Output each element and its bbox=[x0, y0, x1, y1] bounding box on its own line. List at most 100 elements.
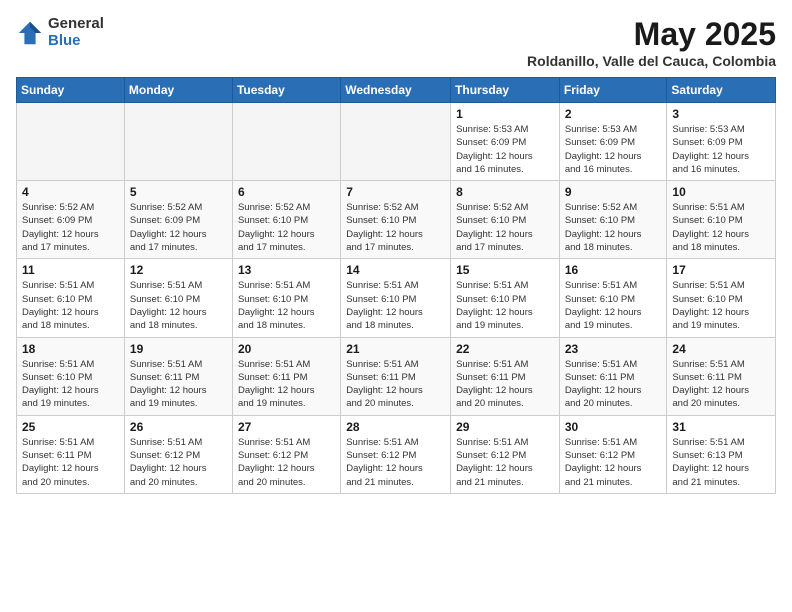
cell-info: Sunrise: 5:51 AM Sunset: 6:12 PM Dayligh… bbox=[346, 436, 445, 489]
calendar-week-row: 11 Sunrise: 5:51 AM Sunset: 6:10 PM Dayli… bbox=[17, 259, 776, 337]
calendar-cell bbox=[17, 103, 125, 181]
calendar-cell: 31 Sunrise: 5:51 AM Sunset: 6:13 PM Dayli… bbox=[667, 415, 776, 493]
day-number: 31 bbox=[672, 420, 770, 434]
day-number: 13 bbox=[238, 263, 335, 277]
day-number: 2 bbox=[565, 107, 662, 121]
calendar-cell: 3Sunrise: 5:53 AM Sunset: 6:09 PM Daylig… bbox=[667, 103, 776, 181]
calendar-cell: 5 Sunrise: 5:52 AM Sunset: 6:09 PM Daylig… bbox=[124, 181, 232, 259]
weekday-header-monday: Monday bbox=[124, 78, 232, 103]
calendar-cell bbox=[341, 103, 451, 181]
calendar-cell: 2 Sunrise: 5:53 AM Sunset: 6:09 PM Daylig… bbox=[559, 103, 667, 181]
calendar-body: 1 Sunrise: 5:53 AM Sunset: 6:09 PM Daylig… bbox=[17, 103, 776, 494]
cell-info: Sunrise: 5:51 AM Sunset: 6:11 PM Dayligh… bbox=[565, 358, 662, 411]
month-year-title: May 2025 bbox=[527, 16, 776, 53]
calendar-cell: 6 Sunrise: 5:52 AM Sunset: 6:10 PM Daylig… bbox=[232, 181, 340, 259]
day-number: 16 bbox=[565, 263, 662, 277]
calendar-week-row: 4Sunrise: 5:52 AM Sunset: 6:09 PM Daylig… bbox=[17, 181, 776, 259]
weekday-header-thursday: Thursday bbox=[451, 78, 560, 103]
day-number: 19 bbox=[130, 342, 227, 356]
day-number: 21 bbox=[346, 342, 445, 356]
cell-info: Sunrise: 5:51 AM Sunset: 6:10 PM Dayligh… bbox=[672, 201, 770, 254]
calendar-header: SundayMondayTuesdayWednesdayThursdayFrid… bbox=[17, 78, 776, 103]
logo: General Blue bbox=[16, 16, 104, 49]
calendar-cell: 22 Sunrise: 5:51 AM Sunset: 6:11 PM Dayli… bbox=[451, 337, 560, 415]
cell-info: Sunrise: 5:51 AM Sunset: 6:11 PM Dayligh… bbox=[346, 358, 445, 411]
calendar-cell: 25 Sunrise: 5:51 AM Sunset: 6:11 PM Dayli… bbox=[17, 415, 125, 493]
calendar-cell: 16Sunrise: 5:51 AM Sunset: 6:10 PM Dayli… bbox=[559, 259, 667, 337]
cell-info: Sunrise: 5:51 AM Sunset: 6:10 PM Dayligh… bbox=[456, 279, 554, 332]
logo-blue-text: Blue bbox=[48, 33, 104, 50]
cell-info: Sunrise: 5:52 AM Sunset: 6:10 PM Dayligh… bbox=[456, 201, 554, 254]
cell-info: Sunrise: 5:51 AM Sunset: 6:12 PM Dayligh… bbox=[565, 436, 662, 489]
calendar-cell: 27 Sunrise: 5:51 AM Sunset: 6:12 PM Dayli… bbox=[232, 415, 340, 493]
day-number: 11 bbox=[22, 263, 119, 277]
day-number: 28 bbox=[346, 420, 445, 434]
calendar-cell: 12Sunrise: 5:51 AM Sunset: 6:10 PM Dayli… bbox=[124, 259, 232, 337]
logo-icon bbox=[16, 19, 44, 47]
weekday-header-sunday: Sunday bbox=[17, 78, 125, 103]
logo-general-text: General bbox=[48, 16, 104, 33]
calendar-cell: 14 Sunrise: 5:51 AM Sunset: 6:10 PM Dayli… bbox=[341, 259, 451, 337]
calendar-cell bbox=[232, 103, 340, 181]
day-number: 8 bbox=[456, 185, 554, 199]
calendar-cell: 23 Sunrise: 5:51 AM Sunset: 6:11 PM Dayli… bbox=[559, 337, 667, 415]
cell-info: Sunrise: 5:53 AM Sunset: 6:09 PM Dayligh… bbox=[565, 123, 662, 176]
calendar-cell: 13 Sunrise: 5:51 AM Sunset: 6:10 PM Dayli… bbox=[232, 259, 340, 337]
cell-info: Sunrise: 5:52 AM Sunset: 6:09 PM Dayligh… bbox=[22, 201, 119, 254]
day-number: 25 bbox=[22, 420, 119, 434]
calendar-cell: 17Sunrise: 5:51 AM Sunset: 6:10 PM Dayli… bbox=[667, 259, 776, 337]
weekday-header-row: SundayMondayTuesdayWednesdayThursdayFrid… bbox=[17, 78, 776, 103]
cell-info: Sunrise: 5:51 AM Sunset: 6:11 PM Dayligh… bbox=[238, 358, 335, 411]
cell-info: Sunrise: 5:51 AM Sunset: 6:10 PM Dayligh… bbox=[22, 279, 119, 332]
cell-info: Sunrise: 5:52 AM Sunset: 6:10 PM Dayligh… bbox=[238, 201, 335, 254]
day-number: 29 bbox=[456, 420, 554, 434]
day-number: 18 bbox=[22, 342, 119, 356]
cell-info: Sunrise: 5:53 AM Sunset: 6:09 PM Dayligh… bbox=[672, 123, 770, 176]
day-number: 22 bbox=[456, 342, 554, 356]
day-number: 24 bbox=[672, 342, 770, 356]
day-number: 12 bbox=[130, 263, 227, 277]
calendar-week-row: 25 Sunrise: 5:51 AM Sunset: 6:11 PM Dayli… bbox=[17, 415, 776, 493]
day-number: 5 bbox=[130, 185, 227, 199]
cell-info: Sunrise: 5:51 AM Sunset: 6:11 PM Dayligh… bbox=[456, 358, 554, 411]
weekday-header-tuesday: Tuesday bbox=[232, 78, 340, 103]
calendar-cell: 10 Sunrise: 5:51 AM Sunset: 6:10 PM Dayli… bbox=[667, 181, 776, 259]
location-subtitle: Roldanillo, Valle del Cauca, Colombia bbox=[527, 53, 776, 69]
cell-info: Sunrise: 5:52 AM Sunset: 6:09 PM Dayligh… bbox=[130, 201, 227, 254]
logo-text: General Blue bbox=[48, 16, 104, 49]
day-number: 23 bbox=[565, 342, 662, 356]
cell-info: Sunrise: 5:51 AM Sunset: 6:11 PM Dayligh… bbox=[672, 358, 770, 411]
day-number: 27 bbox=[238, 420, 335, 434]
cell-info: Sunrise: 5:51 AM Sunset: 6:10 PM Dayligh… bbox=[238, 279, 335, 332]
day-number: 14 bbox=[346, 263, 445, 277]
cell-info: Sunrise: 5:51 AM Sunset: 6:13 PM Dayligh… bbox=[672, 436, 770, 489]
calendar-cell: 26 Sunrise: 5:51 AM Sunset: 6:12 PM Dayli… bbox=[124, 415, 232, 493]
calendar-cell: 7 Sunrise: 5:52 AM Sunset: 6:10 PM Daylig… bbox=[341, 181, 451, 259]
cell-info: Sunrise: 5:51 AM Sunset: 6:12 PM Dayligh… bbox=[238, 436, 335, 489]
calendar-cell: 29 Sunrise: 5:51 AM Sunset: 6:12 PM Dayli… bbox=[451, 415, 560, 493]
cell-info: Sunrise: 5:51 AM Sunset: 6:10 PM Dayligh… bbox=[346, 279, 445, 332]
calendar-cell: 30Sunrise: 5:51 AM Sunset: 6:12 PM Dayli… bbox=[559, 415, 667, 493]
cell-info: Sunrise: 5:52 AM Sunset: 6:10 PM Dayligh… bbox=[565, 201, 662, 254]
cell-info: Sunrise: 5:51 AM Sunset: 6:12 PM Dayligh… bbox=[456, 436, 554, 489]
weekday-header-wednesday: Wednesday bbox=[341, 78, 451, 103]
calendar-cell: 11 Sunrise: 5:51 AM Sunset: 6:10 PM Dayli… bbox=[17, 259, 125, 337]
cell-info: Sunrise: 5:51 AM Sunset: 6:11 PM Dayligh… bbox=[22, 436, 119, 489]
title-block: May 2025 Roldanillo, Valle del Cauca, Co… bbox=[527, 16, 776, 69]
cell-info: Sunrise: 5:51 AM Sunset: 6:12 PM Dayligh… bbox=[130, 436, 227, 489]
calendar-cell: 4Sunrise: 5:52 AM Sunset: 6:09 PM Daylig… bbox=[17, 181, 125, 259]
day-number: 15 bbox=[456, 263, 554, 277]
day-number: 7 bbox=[346, 185, 445, 199]
day-number: 1 bbox=[456, 107, 554, 121]
day-number: 26 bbox=[130, 420, 227, 434]
day-number: 9 bbox=[565, 185, 662, 199]
day-number: 6 bbox=[238, 185, 335, 199]
calendar-cell: 9 Sunrise: 5:52 AM Sunset: 6:10 PM Daylig… bbox=[559, 181, 667, 259]
day-number: 17 bbox=[672, 263, 770, 277]
cell-info: Sunrise: 5:51 AM Sunset: 6:10 PM Dayligh… bbox=[22, 358, 119, 411]
calendar-table: SundayMondayTuesdayWednesdayThursdayFrid… bbox=[16, 77, 776, 494]
day-number: 20 bbox=[238, 342, 335, 356]
cell-info: Sunrise: 5:52 AM Sunset: 6:10 PM Dayligh… bbox=[346, 201, 445, 254]
day-number: 10 bbox=[672, 185, 770, 199]
page-header: General Blue May 2025 Roldanillo, Valle … bbox=[16, 16, 776, 69]
